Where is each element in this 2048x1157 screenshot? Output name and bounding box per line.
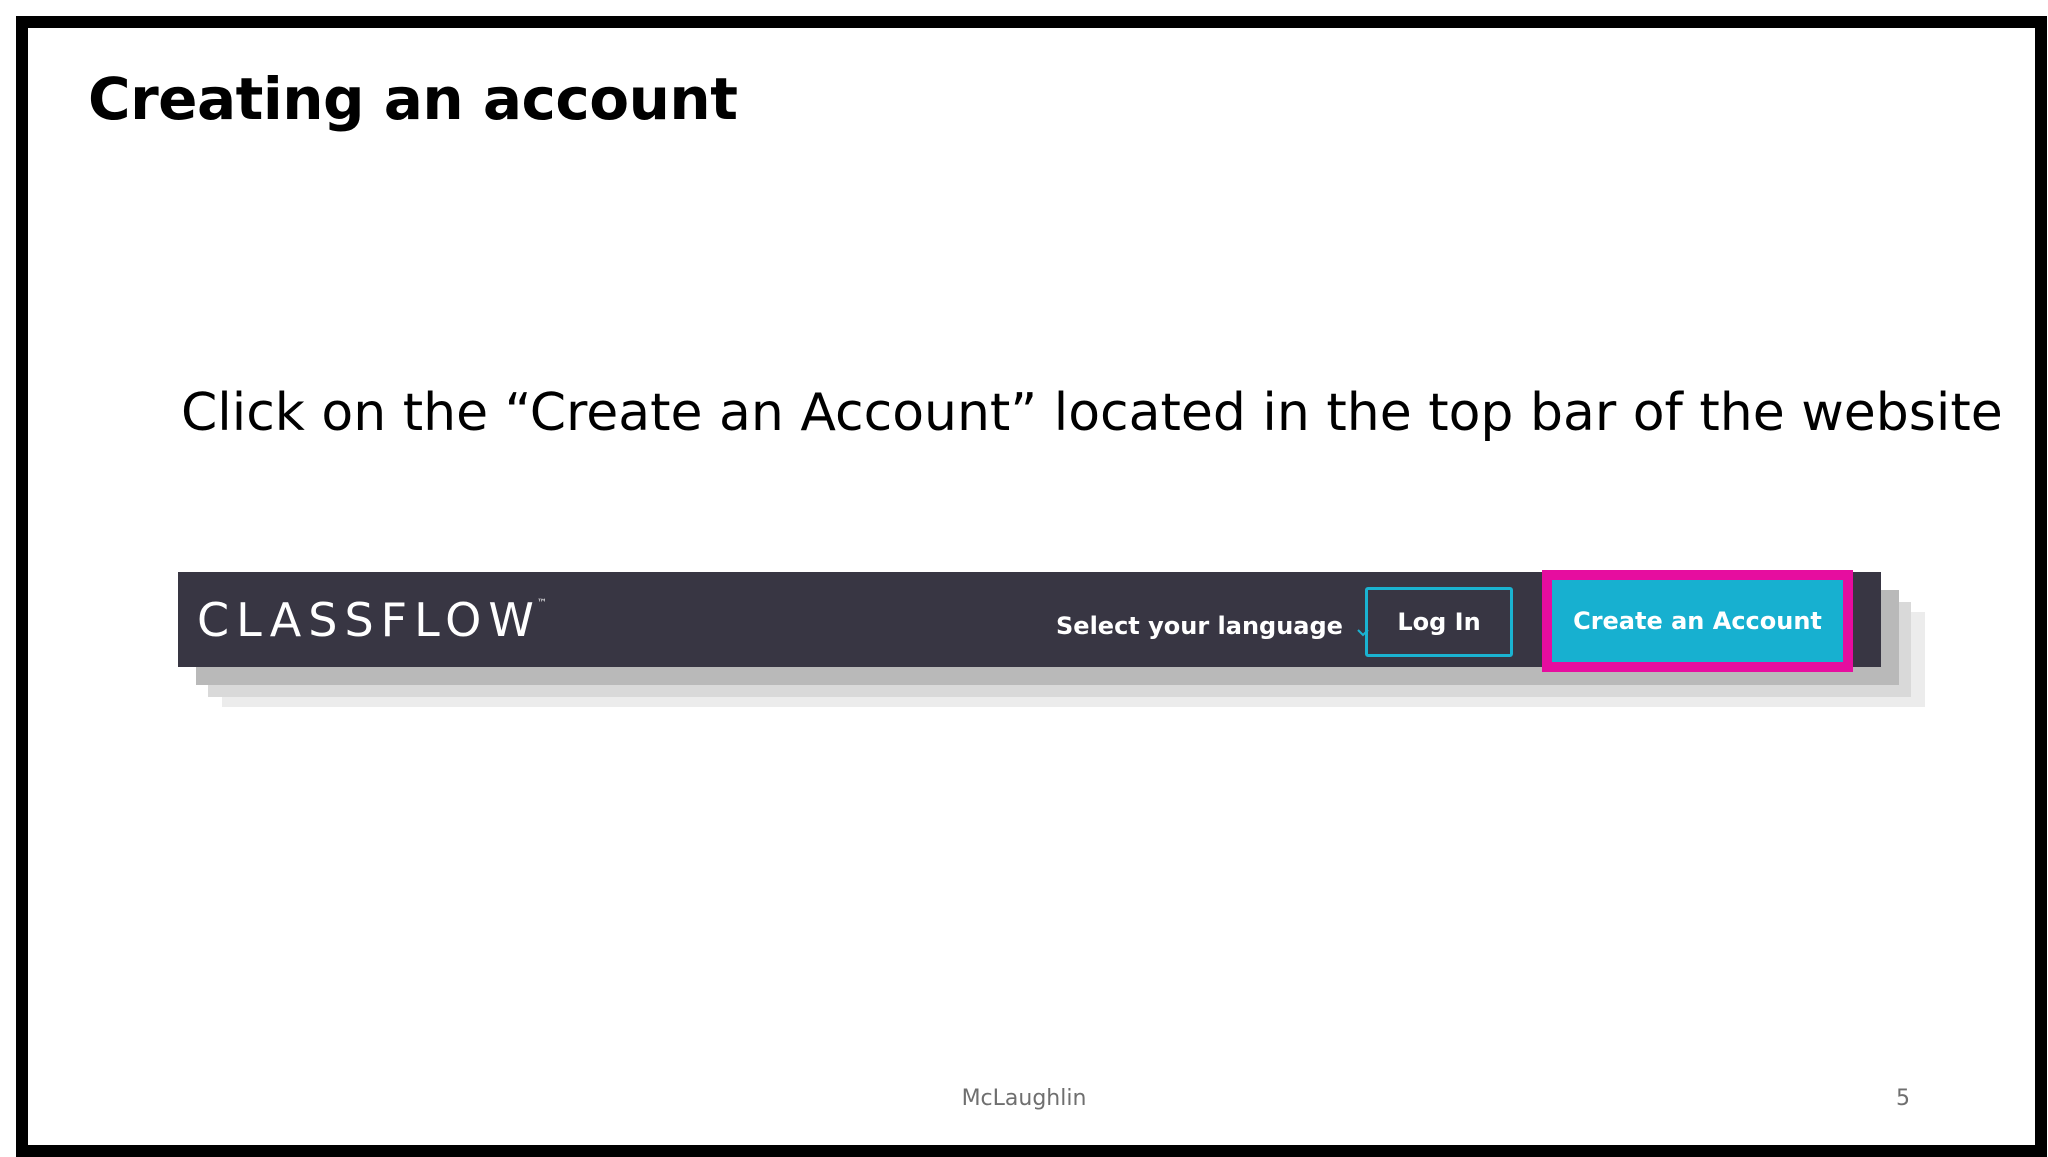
create-account-label: Create an Account <box>1573 607 1822 635</box>
classflow-logo[interactable]: CLASSFLOW ™ <box>197 592 547 648</box>
footer-author: McLaughlin <box>961 1086 1087 1111</box>
page-number: 5 <box>1896 1086 1910 1111</box>
language-select-label: Select your language <box>1056 612 1343 640</box>
login-button[interactable]: Log In <box>1365 587 1513 657</box>
create-account-button[interactable]: Create an Account <box>1552 580 1843 662</box>
slide-title: Creating an account <box>88 65 738 133</box>
trademark-mark: ™ <box>536 598 547 609</box>
brand-name: CLASSFLOW <box>197 593 541 647</box>
instruction-text: Click on the “Create an Account” located… <box>181 383 2003 443</box>
login-button-label: Log In <box>1397 608 1481 636</box>
language-select[interactable]: Select your language <box>1056 602 1371 650</box>
